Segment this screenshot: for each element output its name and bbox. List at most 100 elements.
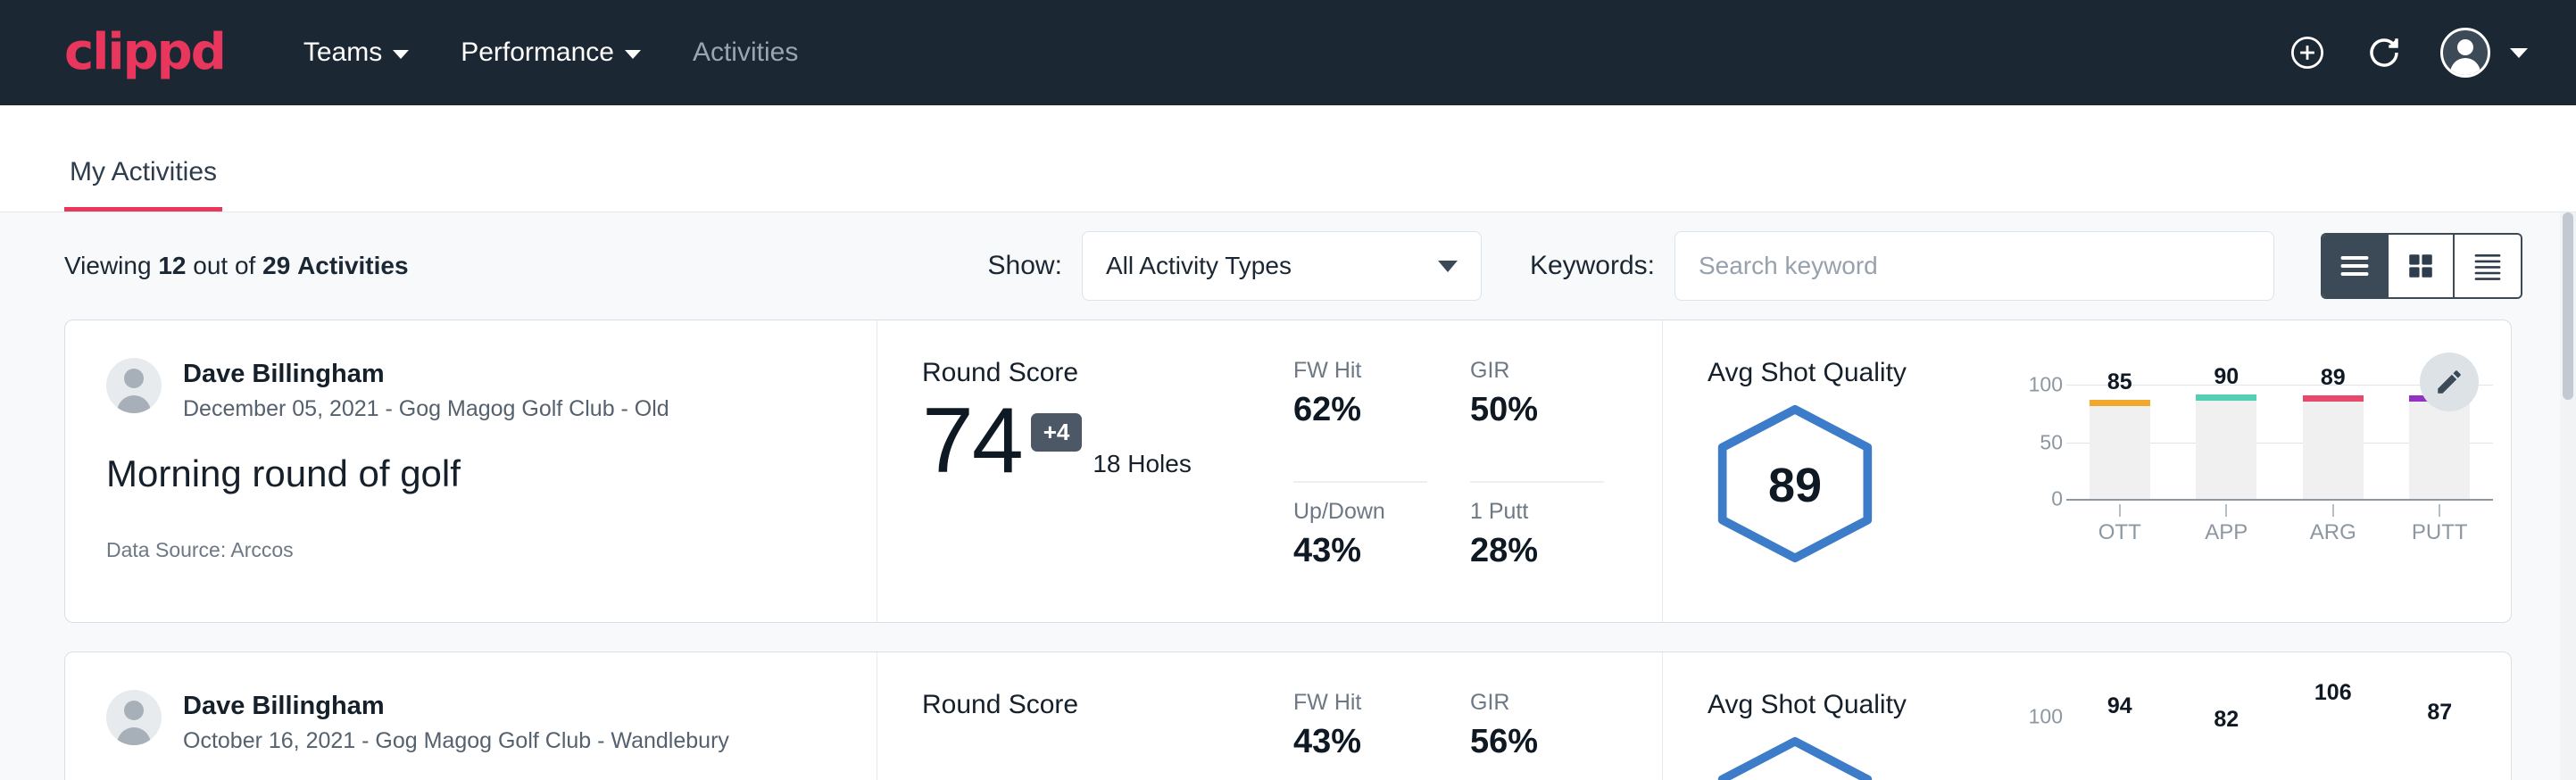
chart-plot-area: 94 82 106: [2066, 717, 2493, 780]
bar-ott-value: 85: [2107, 369, 2132, 395]
stat-gir: GIR 50%: [1470, 358, 1604, 483]
chevron-down-icon[interactable]: [2510, 48, 2528, 58]
bar-ott-value: 94: [2107, 693, 2132, 719]
view-mode-toggle: [2321, 233, 2522, 299]
y-tick-100: 100: [2029, 373, 2063, 397]
chart-x-labels: OTT APP ARG PUTT: [2066, 504, 2493, 545]
tick-ott: [2119, 504, 2121, 517]
activity-quality-panel: Avg Shot Quality 100 94: [1663, 652, 2511, 780]
activity-type-select[interactable]: All Activity Types: [1082, 231, 1482, 301]
avatar-body-icon: [2450, 58, 2480, 75]
avatar-head-icon: [2457, 39, 2473, 55]
stat-gir-label: GIR: [1470, 690, 1604, 716]
avatar: [106, 358, 162, 413]
page-scrollbar[interactable]: [2560, 212, 2576, 780]
chevron-down-icon: [393, 50, 409, 59]
activity-title: Morning round of golf: [106, 452, 835, 495]
stat-fw-hit-label: FW Hit: [1293, 358, 1427, 384]
x-label-app: APP: [2196, 504, 2256, 545]
viewing-suffix: Activities: [297, 252, 409, 279]
bar-arg-value: 89: [2321, 365, 2346, 391]
activity-quality-panel: Avg Shot Quality 89 100 50 0: [1663, 320, 2511, 622]
nav-item-teams[interactable]: Teams: [303, 37, 409, 68]
nav-item-activities[interactable]: Activities: [693, 37, 798, 68]
grid-view-icon[interactable]: [2389, 235, 2455, 297]
list-view-icon[interactable]: [2323, 235, 2389, 297]
chevron-down-icon: [1438, 261, 1458, 272]
bar-arg-cap: [2303, 395, 2364, 402]
y-tick-0: 0: [2051, 487, 2063, 511]
shot-quality-hexagon: [1708, 734, 2002, 780]
activity-data-source: Data Source: Arccos: [106, 538, 835, 562]
bar-putt-value: 87: [2427, 700, 2452, 726]
stat-fw-hit: FW Hit 43%: [1293, 690, 1427, 780]
compact-view-icon[interactable]: [2455, 235, 2521, 297]
avatar-head-icon: [124, 369, 144, 388]
nav-actions: [2287, 28, 2528, 78]
chart-bars: 94 82 106: [2066, 717, 2493, 780]
avatar-body-icon: [117, 727, 151, 745]
shot-quality-value: 89: [1768, 458, 1822, 513]
round-score-block: Round Score: [922, 690, 1279, 780]
stat-up-down-label: Up/Down: [1293, 499, 1427, 525]
viewing-total: 29: [262, 252, 290, 279]
scrollbar-thumb[interactable]: [2563, 212, 2573, 400]
shot-quality-bar-chart: 100 50 0 85: [2011, 385, 2493, 622]
activity-author: Dave Billingham December 05, 2021 - Gog …: [106, 358, 835, 422]
edit-activity-button[interactable]: [2420, 353, 2479, 411]
round-stats-grid: FW Hit 43% GIR 56%: [1293, 690, 1604, 780]
avg-shot-quality-block: Avg Shot Quality 89: [1708, 358, 2002, 622]
round-score-label: Round Score: [922, 690, 1279, 720]
refresh-icon[interactable]: [2364, 32, 2405, 73]
bar-arg-value: 106: [2314, 680, 2352, 706]
tab-bar: My Activities: [0, 105, 2576, 212]
search-input[interactable]: [1674, 231, 2274, 301]
chevron-down-icon: [625, 50, 641, 59]
avg-shot-quality-label: Avg Shot Quality: [1708, 358, 2002, 388]
activity-meta: October 16, 2021 - Gog Magog Golf Club -…: [183, 728, 729, 754]
tick-arg: [2332, 504, 2334, 517]
show-label: Show:: [988, 251, 1062, 281]
nav-item-performance[interactable]: Performance: [461, 37, 641, 68]
holes-label: 18 Holes: [1093, 450, 1192, 478]
bar-app: 82: [2196, 717, 2256, 780]
round-stats-grid: FW Hit 62% GIR 50% Up/Down 43% 1 Putt 28…: [1293, 358, 1604, 622]
avatar-body-icon: [117, 395, 151, 413]
round-score-value: 74: [922, 397, 1022, 485]
activity-card[interactable]: Dave Billingham October 16, 2021 - Gog M…: [64, 651, 2512, 780]
tab-my-activities[interactable]: My Activities: [64, 157, 222, 212]
filter-bar: Viewing 12 out of 29 Activities Show: Al…: [0, 212, 2576, 319]
stat-up-down: Up/Down 43%: [1293, 499, 1427, 622]
filter-controls: Show: All Activity Types Keywords:: [988, 231, 2522, 301]
round-score-label: Round Score: [922, 358, 1279, 388]
bar-arg: 89: [2303, 385, 2364, 499]
activity-card[interactable]: Dave Billingham December 05, 2021 - Gog …: [64, 319, 2512, 623]
nav-item-performance-label: Performance: [461, 37, 614, 68]
tick-putt: [2439, 504, 2440, 517]
stat-one-putt: 1 Putt 28%: [1470, 499, 1604, 622]
bar-arg: 106: [2303, 717, 2364, 780]
viewing-count: 12: [158, 252, 186, 279]
chart-x-axis: [2066, 499, 2493, 501]
avg-shot-quality-block: Avg Shot Quality: [1708, 690, 2002, 780]
activity-score-panel: Round Score FW Hit 43% GIR 56%: [877, 652, 1663, 780]
activity-type-select-value: All Activity Types: [1106, 252, 1292, 280]
bar-app-cap: [2196, 394, 2256, 401]
app-logo[interactable]: clippd: [64, 28, 225, 78]
x-label-arg: ARG: [2303, 504, 2364, 545]
avatar-head-icon: [124, 701, 144, 720]
avatar[interactable]: [2440, 28, 2490, 78]
primary-nav: Teams Performance Activities: [303, 37, 798, 68]
score-to-par-badge: +4: [1031, 413, 1083, 452]
add-circle-icon[interactable]: [2287, 32, 2328, 73]
viewing-count-text: Viewing 12 out of 29 Activities: [64, 252, 409, 280]
round-score-block: Round Score 74 +4 18 Holes: [922, 358, 1279, 622]
chart-y-axis: 100: [2011, 717, 2063, 780]
chart-y-axis: 100 50 0: [2011, 385, 2063, 501]
stat-fw-hit: FW Hit 62%: [1293, 358, 1427, 483]
bar-ott: 94: [2090, 717, 2150, 780]
round-score-row: 74 +4 18 Holes: [922, 397, 1279, 485]
avg-shot-quality-label: Avg Shot Quality: [1708, 690, 2002, 720]
account-menu[interactable]: [2440, 28, 2528, 78]
y-tick-50: 50: [2040, 431, 2063, 455]
